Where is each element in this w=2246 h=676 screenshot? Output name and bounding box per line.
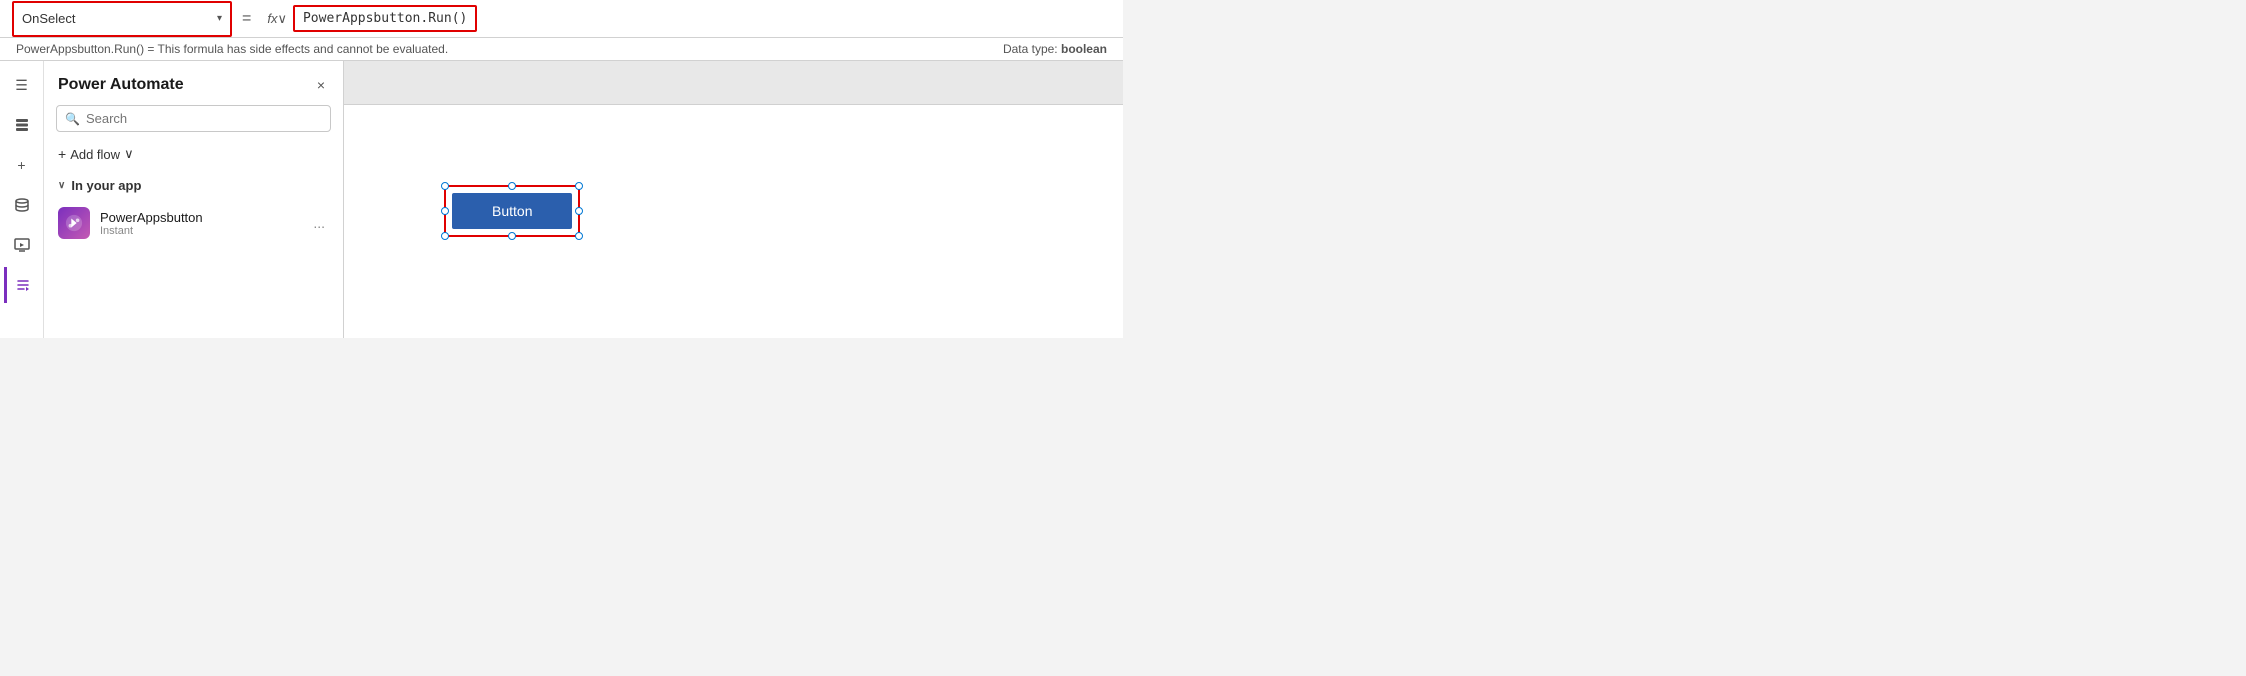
pa-header: Power Automate × xyxy=(44,61,343,105)
canvas-button[interactable]: Button xyxy=(452,193,572,229)
flow-icon xyxy=(58,207,90,239)
in-your-app-label: In your app xyxy=(71,178,141,193)
handle-top-right[interactable] xyxy=(575,182,583,190)
flow-name: PowerAppsbutton xyxy=(100,210,299,225)
add-flow-chevron-icon: ∨ xyxy=(124,146,134,162)
sidebar-icons: ☰ + xyxy=(0,61,44,338)
handle-bottom-left[interactable] xyxy=(441,232,449,240)
handle-top-left[interactable] xyxy=(441,182,449,190)
search-icon: 🔍 xyxy=(65,112,80,126)
property-name: OnSelect xyxy=(22,11,75,26)
dropdown-arrow-icon: ▾ xyxy=(217,13,222,24)
layers-button[interactable] xyxy=(4,107,40,143)
handle-bottom-right[interactable] xyxy=(575,232,583,240)
search-input[interactable] xyxy=(86,111,322,126)
handle-top-middle[interactable] xyxy=(508,182,516,190)
canvas-top-bar xyxy=(344,61,1123,105)
database-button[interactable] xyxy=(4,187,40,223)
handle-middle-right[interactable] xyxy=(575,207,583,215)
fx-icon: fx ∨ xyxy=(261,11,293,27)
flow-more-button[interactable]: ... xyxy=(309,211,329,235)
hamburger-menu-button[interactable]: ☰ xyxy=(4,67,40,103)
power-automate-panel: Power Automate × 🔍 + Add flow ∨ ∨ In you… xyxy=(44,61,344,338)
handle-middle-left[interactable] xyxy=(441,207,449,215)
equals-sign: = xyxy=(232,10,261,28)
add-button[interactable]: + xyxy=(4,147,40,183)
handle-bottom-middle[interactable] xyxy=(508,232,516,240)
flow-details: PowerAppsbutton Instant xyxy=(100,210,299,237)
pa-panel-title: Power Automate xyxy=(58,76,184,94)
formula-input[interactable]: PowerAppsbutton.Run() xyxy=(293,5,477,32)
section-chevron-icon: ∨ xyxy=(58,180,65,191)
add-flow-button[interactable]: + Add flow ∨ xyxy=(44,142,343,172)
canvas-button-wrapper: Button xyxy=(444,185,580,237)
flow-type: Instant xyxy=(100,225,299,237)
formula-bar: OnSelect ▾ = fx ∨ PowerAppsbutton.Run() xyxy=(0,0,1123,38)
in-your-app-header[interactable]: ∨ In your app xyxy=(58,178,329,193)
formula-hint-bar: PowerAppsbutton.Run() = This formula has… xyxy=(0,38,1123,61)
media-button[interactable] xyxy=(4,227,40,263)
pa-close-button[interactable]: × xyxy=(313,73,329,97)
data-type-label: Data type: boolean xyxy=(1003,42,1107,56)
pa-search-box[interactable]: 🔍 xyxy=(56,105,331,132)
property-dropdown[interactable]: OnSelect ▾ xyxy=(12,1,232,37)
flow-item: PowerAppsbutton Instant ... xyxy=(58,201,329,245)
in-your-app-section: ∨ In your app PowerAppsbutton Instant . xyxy=(44,172,343,253)
canvas-area: Button xyxy=(344,61,1123,338)
add-flow-label: Add flow xyxy=(70,147,120,162)
formula-hint-text: PowerAppsbutton.Run() = This formula has… xyxy=(16,42,448,56)
active-panel-button[interactable] xyxy=(4,267,40,303)
add-flow-plus-icon: + xyxy=(58,146,66,162)
canvas-content[interactable]: Button xyxy=(344,105,1123,338)
canvas-selection-frame: Button xyxy=(444,185,580,237)
main-content: ☰ + xyxy=(0,61,1123,338)
